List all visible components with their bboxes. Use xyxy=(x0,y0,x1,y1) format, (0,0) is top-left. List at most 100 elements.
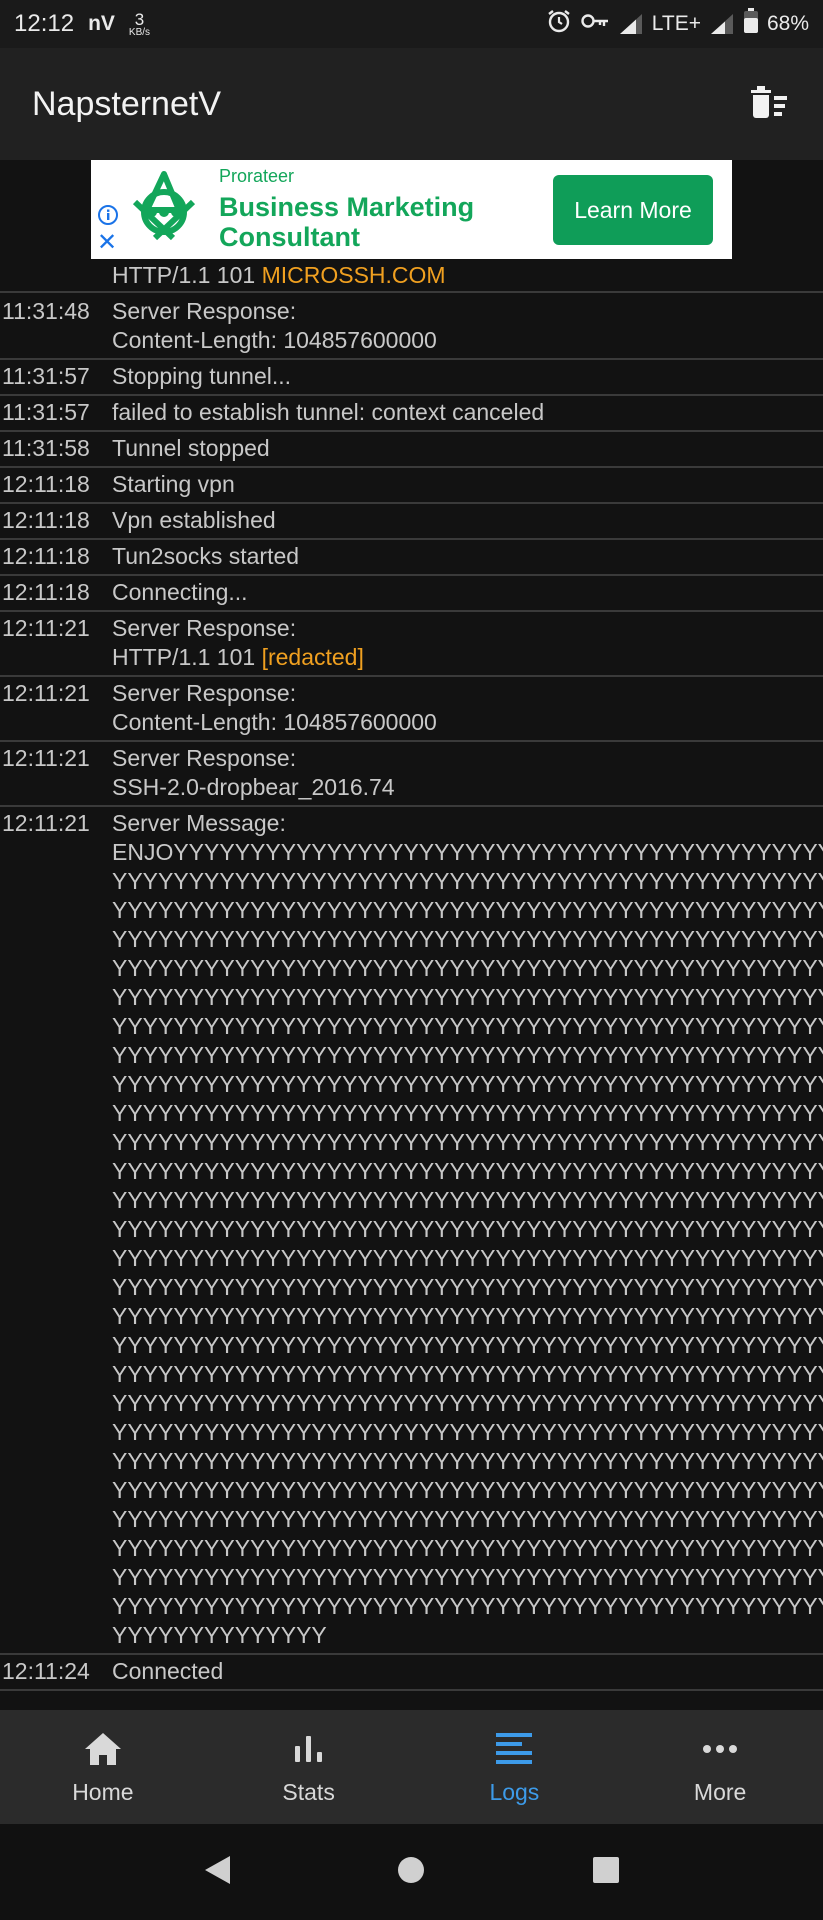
log-line: SSH-2.0-dropbear_2016.74 xyxy=(112,774,395,800)
log-line: YYYYYYYYYYYYYYYYYYYYYYYYYYYYYYYYYYYYYYYY… xyxy=(112,1448,823,1474)
ad-banner[interactable]: ✕ Prorateer Business Marketing Consultan… xyxy=(91,160,732,259)
ad-learn-more-button[interactable]: Learn More xyxy=(553,175,713,245)
network-type: LTE+ xyxy=(651,12,701,35)
log-timestamp: 12:11:18 xyxy=(2,507,90,533)
app-bar: NapsternetV xyxy=(0,48,823,160)
signal-2-icon xyxy=(709,13,735,35)
clear-logs-button[interactable] xyxy=(747,82,791,126)
log-line: YYYYYYYYYYYYYYYYYYYYYYYYYYYYYYYYYYYYYYYY… xyxy=(112,1477,823,1503)
nav-home[interactable]: Home xyxy=(0,1710,206,1824)
log-line: Server Message: xyxy=(112,810,286,836)
system-recents-button[interactable] xyxy=(581,1847,631,1897)
log-message: HTTP/1.1 101 MICROSSH.COM xyxy=(112,261,823,288)
ad-title-line1: Business Marketing xyxy=(219,192,475,222)
nav-more[interactable]: More xyxy=(617,1710,823,1824)
log-row: 12:11:21 Server Message: ENJOYYYYYYYYYYYYY… xyxy=(0,807,823,1655)
log-line: Server Response: xyxy=(112,615,297,641)
log-row: 11:31:48 Server Response: Content-Length: … xyxy=(0,295,823,360)
log-text: HTTP/1.1 101 xyxy=(112,262,262,288)
alarm-icon xyxy=(546,8,572,40)
ad-info-icon[interactable] xyxy=(97,204,119,226)
log-message: Connected xyxy=(112,1657,823,1686)
ad-title: Business Marketing Consultant xyxy=(219,192,474,252)
log-line: YYYYYYYYYYYYYYYYYYYYYYYYYYYYYYYYYYYYYYYY… xyxy=(112,1245,823,1271)
delete-sweep-icon xyxy=(749,84,789,125)
ad-title-line2: Consultant xyxy=(219,222,360,252)
log-message: Server Response: Content-Length: 10485760… xyxy=(112,297,823,355)
log-line: Server Response: xyxy=(112,298,297,324)
log-row: 11:31:57 failed to establish tunnel: cont… xyxy=(0,396,823,432)
log-line: YYYYYYYYYYYYYY xyxy=(112,1622,327,1648)
log-timestamp: 12:11:18 xyxy=(2,579,90,605)
nav-home-label: Home xyxy=(72,1778,134,1805)
log-line: YYYYYYYYYYYYYYYYYYYYYYYYYYYYYYYYYYYYYYYY… xyxy=(112,868,823,894)
network-speed-value: 3 xyxy=(134,9,145,29)
log-line: YYYYYYYYYYYYYYYYYYYYYYYYYYYYYYYYYYYYYYYY… xyxy=(112,1042,823,1068)
logs-list-icon xyxy=(494,1729,534,1769)
log-line: YYYYYYYYYYYYYYYYYYYYYYYYYYYYYYYYYYYYYYYY… xyxy=(112,1303,823,1329)
log-line: YYYYYYYYYYYYYYYYYYYYYYYYYYYYYYYYYYYYYYYY… xyxy=(112,1506,823,1532)
log-row: 11:31:57 Stopping tunnel... xyxy=(0,360,823,396)
log-text: HTTP/1.1 101 xyxy=(112,644,262,670)
log-message: Server Message: ENJOYYYYYYYYYYYYYYYYYYYYY… xyxy=(112,809,823,1650)
network-speed: 3 KB/s xyxy=(129,11,150,38)
log-message: Tunnel stopped xyxy=(112,434,823,463)
log-line: Server Response: xyxy=(112,680,297,706)
log-row: 12:11:18 Tun2socks started xyxy=(0,540,823,576)
network-speed-unit: KB/s xyxy=(128,26,151,38)
log-line: YYYYYYYYYYYYYYYYYYYYYYYYYYYYYYYYYYYYYYYY… xyxy=(112,1593,823,1619)
log-highlight: [redacted] xyxy=(261,644,364,670)
log-line: YYYYYYYYYYYYYYYYYYYYYYYYYYYYYYYYYYYYYYYY… xyxy=(112,926,823,952)
log-timestamp: 12:11:18 xyxy=(2,543,90,569)
log-row: 12:11:21 Server Response: HTTP/1.1 101 [re… xyxy=(0,612,823,677)
log-line: Vpn established xyxy=(112,507,276,533)
log-line: YYYYYYYYYYYYYYYYYYYYYYYYYYYYYYYYYYYYYYYY… xyxy=(112,1013,823,1039)
log-line: Stopping tunnel... xyxy=(112,363,292,389)
system-nav xyxy=(0,1824,823,1920)
system-home-button[interactable] xyxy=(386,1847,436,1897)
log-row: 12:11:18 Starting vpn xyxy=(0,468,823,504)
log-line: YYYYYYYYYYYYYYYYYYYYYYYYYYYYYYYYYYYYYYYY… xyxy=(112,1535,823,1561)
log-line: YYYYYYYYYYYYYYYYYYYYYYYYYYYYYYYYYYYYYYYY… xyxy=(112,1390,823,1416)
ad-close-icon[interactable]: ✕ xyxy=(97,231,119,255)
log-line: YYYYYYYYYYYYYYYYYYYYYYYYYYYYYYYYYYYYYYYY… xyxy=(112,1361,823,1387)
app-title: NapsternetV xyxy=(32,84,221,123)
log-line: Content-Length: 104857600000 xyxy=(112,327,437,353)
log-row: 12:11:24 Connected xyxy=(0,1655,823,1691)
log-message: Stopping tunnel... xyxy=(112,362,823,391)
log-row: 12:11:18 Vpn established xyxy=(0,504,823,540)
log-line: YYYYYYYYYYYYYYYYYYYYYYYYYYYYYYYYYYYYYYYY… xyxy=(112,1564,823,1590)
log-line: YYYYYYYYYYYYYYYYYYYYYYYYYYYYYYYYYYYYYYYY… xyxy=(112,897,823,923)
home-circle-icon xyxy=(396,1855,426,1890)
nav-stats[interactable]: Stats xyxy=(206,1710,412,1824)
log-line: YYYYYYYYYYYYYYYYYYYYYYYYYYYYYYYYYYYYYYYY… xyxy=(112,1419,823,1445)
log-timestamp: 12:11:21 xyxy=(2,680,90,706)
back-triangle-icon xyxy=(202,1854,232,1891)
log-message: Starting vpn xyxy=(112,470,823,499)
log-line: YYYYYYYYYYYYYYYYYYYYYYYYYYYYYYYYYYYYYYYY… xyxy=(112,1187,823,1213)
log-row: 11:31:58 Tunnel stopped xyxy=(0,432,823,468)
log-row: 12:11:21 Server Response: SSH-2.0-dropbear… xyxy=(0,742,823,807)
log-list[interactable]: HTTP/1.1 101 MICROSSH.COM 11:31:48 Server… xyxy=(0,160,823,1710)
nav-logs[interactable]: Logs xyxy=(412,1710,618,1824)
system-back-button[interactable] xyxy=(192,1847,242,1897)
status-bar: 12:12 nV 3 KB/s LTE+ 68% xyxy=(0,0,823,48)
log-timestamp: 11:31:57 xyxy=(2,363,90,389)
log-line: Tun2socks started xyxy=(112,543,300,569)
log-timestamp: 11:31:57 xyxy=(2,399,90,425)
log-line: Content-Length: 104857600000 xyxy=(112,709,437,735)
log-message: Server Response: Content-Length: 10485760… xyxy=(112,679,823,737)
battery-icon xyxy=(743,8,759,40)
log-timestamp: 12:11:24 xyxy=(2,1658,90,1684)
log-timestamp: 11:31:58 xyxy=(2,435,90,461)
log-line: YYYYYYYYYYYYYYYYYYYYYYYYYYYYYYYYYYYYYYYY… xyxy=(112,984,823,1010)
log-message: Server Response: HTTP/1.1 101 [redacted] xyxy=(112,614,823,672)
log-timestamp: 12:11:21 xyxy=(2,745,90,771)
recents-square-icon xyxy=(591,1855,621,1890)
carrier-mark: nV xyxy=(88,12,115,35)
log-message: Server Response: SSH-2.0-dropbear_2016.74 xyxy=(112,744,823,802)
log-row: 12:11:18 Connecting... xyxy=(0,576,823,612)
log-row: 12:11:21 Server Response: Content-Length: … xyxy=(0,677,823,742)
signal-icon xyxy=(618,13,644,35)
log-line: YYYYYYYYYYYYYYYYYYYYYYYYYYYYYYYYYYYYYYYY… xyxy=(112,1332,823,1358)
